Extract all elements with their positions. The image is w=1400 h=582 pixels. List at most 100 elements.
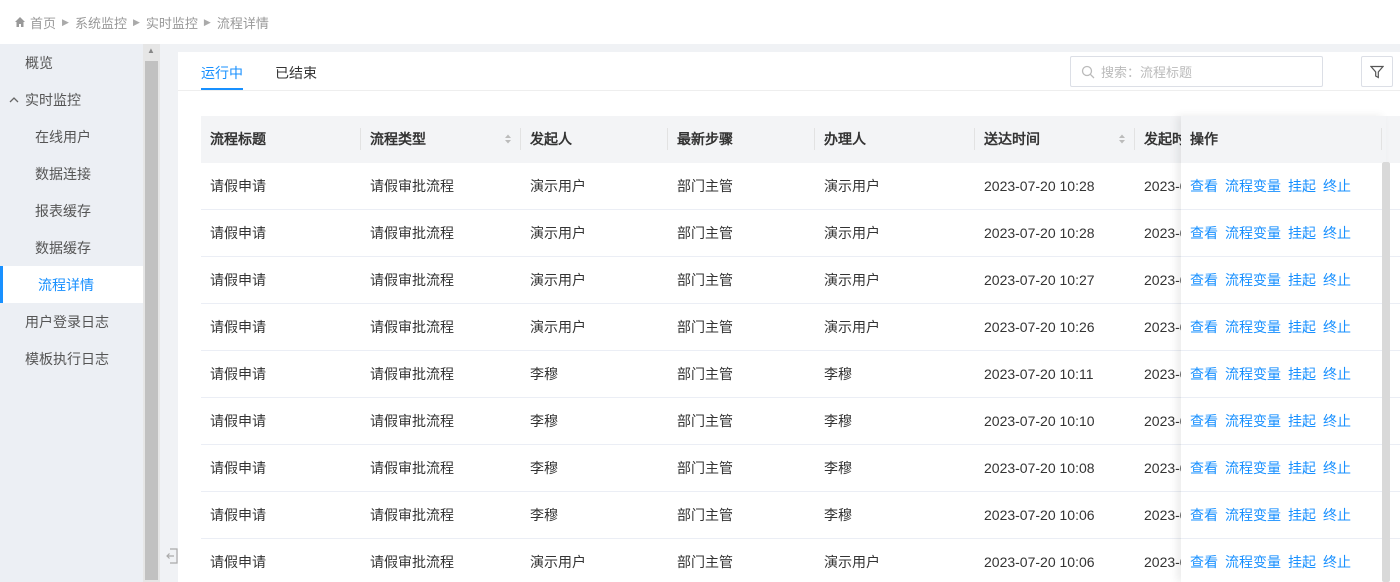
cell-title: 请假申请	[210, 460, 266, 476]
terminate-link[interactable]: 终止	[1323, 507, 1351, 523]
cell-delivery-time: 2023-07-20 10:26	[984, 319, 1095, 335]
suspend-link[interactable]: 挂起	[1288, 225, 1316, 241]
terminate-link[interactable]: 终止	[1323, 460, 1351, 476]
actions-row: 查看 流程变量 挂起 终止	[1181, 539, 1386, 582]
tab-finished[interactable]: 已结束	[275, 52, 317, 90]
actions-row: 查看 流程变量 挂起 终止	[1181, 398, 1386, 445]
cell-initiator: 李穆	[530, 507, 558, 523]
column-header-label: 流程标题	[210, 131, 266, 147]
suspend-link[interactable]: 挂起	[1288, 366, 1316, 382]
process-variables-link[interactable]: 流程变量	[1225, 272, 1281, 288]
process-variables-link[interactable]: 流程变量	[1225, 225, 1281, 241]
view-link[interactable]: 查看	[1190, 554, 1218, 570]
chevron-up-icon	[9, 94, 19, 106]
cell-delivery-time: 2023-07-20 10:06	[984, 507, 1095, 523]
column-header-latest-step: 最新步骤	[668, 116, 815, 163]
cell-type: 请假审批流程	[370, 225, 454, 241]
search-icon	[1081, 65, 1095, 78]
cell-type: 请假审批流程	[370, 319, 454, 335]
actions-list: 查看 流程变量 挂起 终止 查看 流程变量 挂起 终止 查看 流程变量 挂起 终止 查看 流程变量 挂起 终止…	[1181, 163, 1386, 582]
cell-title: 请假申请	[210, 507, 266, 523]
process-variables-link[interactable]: 流程变量	[1225, 507, 1281, 523]
cell-initiator: 李穆	[530, 413, 558, 429]
cell-handler: 李穆	[824, 413, 852, 429]
search-input[interactable]: 搜索：流程标题	[1070, 56, 1323, 87]
view-link[interactable]: 查看	[1190, 178, 1218, 194]
terminate-link[interactable]: 终止	[1323, 413, 1351, 429]
terminate-link[interactable]: 终止	[1323, 366, 1351, 382]
sidebar-item-data-cache[interactable]: 数据缓存	[0, 229, 143, 266]
view-link[interactable]: 查看	[1190, 225, 1218, 241]
sidebar-item-template-execution-log[interactable]: 模板执行日志	[0, 340, 143, 377]
suspend-link[interactable]: 挂起	[1288, 460, 1316, 476]
sort-icon[interactable]	[1118, 133, 1126, 145]
terminate-link[interactable]: 终止	[1323, 225, 1351, 241]
search-placeholder: 搜索：流程标题	[1101, 65, 1193, 80]
cell-delivery-time: 2023-07-20 10:10	[984, 413, 1095, 429]
cell-latest-step: 部门主管	[677, 554, 733, 570]
cell-delivery-time: 2023-07-20 10:06	[984, 554, 1095, 570]
table-scrollbar-thumb[interactable]	[1382, 162, 1390, 582]
sidebar-item-realtime-monitor[interactable]: 实时监控	[0, 81, 143, 118]
cell-initiator: 演示用户	[530, 272, 586, 288]
process-variables-link[interactable]: 流程变量	[1225, 460, 1281, 476]
process-variables-link[interactable]: 流程变量	[1225, 319, 1281, 335]
breadcrumb: 首页 ▶ 系统监控 ▶ 实时监控 ▶ 流程详情	[0, 0, 1400, 44]
process-variables-link[interactable]: 流程变量	[1225, 178, 1281, 194]
sidebar-item-user-login-log[interactable]: 用户登录日志	[0, 303, 143, 340]
view-link[interactable]: 查看	[1190, 413, 1218, 429]
breadcrumb-home[interactable]: 首页	[30, 13, 56, 32]
tab-running[interactable]: 运行中	[201, 52, 243, 90]
sidebar-item-process-details[interactable]: 流程详情	[0, 266, 143, 303]
view-link[interactable]: 查看	[1190, 319, 1218, 335]
actions-column: 操作 查看 流程变量 挂起 终止 查看 流程变量 挂起 终止 查看 流程变量 挂起 终止 查看 流程变量挂…	[1181, 116, 1386, 582]
view-link[interactable]: 查看	[1190, 366, 1218, 382]
terminate-link[interactable]: 终止	[1323, 554, 1351, 570]
sort-icon[interactable]	[504, 133, 512, 145]
process-variables-link[interactable]: 流程变量	[1225, 413, 1281, 429]
suspend-link[interactable]: 挂起	[1288, 554, 1316, 570]
cell-latest-step: 部门主管	[677, 507, 733, 523]
sidebar-item-data-connections[interactable]: 数据连接	[0, 155, 143, 192]
breadcrumb-current: 流程详情	[216, 15, 269, 31]
suspend-link[interactable]: 挂起	[1288, 507, 1316, 523]
suspend-link[interactable]: 挂起	[1288, 272, 1316, 288]
cell-initiator: 演示用户	[530, 225, 586, 241]
view-link[interactable]: 查看	[1190, 272, 1218, 288]
table-scrollbar[interactable]	[1382, 162, 1390, 582]
sidebar-item-label: 实时监控	[25, 91, 81, 108]
view-link[interactable]: 查看	[1190, 507, 1218, 523]
breadcrumb-realtime-monitor[interactable]: 实时监控	[146, 13, 198, 32]
scroll-up-arrow-icon[interactable]: ▲	[147, 46, 155, 55]
sidebar-item-report-cache[interactable]: 报表缓存	[0, 192, 143, 229]
sidebar-item-overview[interactable]: 概览	[0, 44, 143, 81]
filter-button[interactable]	[1361, 56, 1393, 87]
column-header-delivery-time[interactable]: 送达时间	[975, 116, 1135, 163]
terminate-link[interactable]: 终止	[1323, 319, 1351, 335]
column-header-type[interactable]: 流程类型	[361, 116, 521, 163]
sidebar-item-label: 用户登录日志	[25, 313, 109, 330]
collapse-sidebar-icon[interactable]	[166, 548, 178, 564]
suspend-link[interactable]: 挂起	[1288, 413, 1316, 429]
cell-initiator: 演示用户	[530, 319, 586, 335]
cell-delivery-time: 2023-07-20 10:11	[984, 366, 1094, 382]
terminate-link[interactable]: 终止	[1323, 178, 1351, 194]
column-header-label: 发起人	[530, 131, 572, 147]
cell-handler: 演示用户	[824, 272, 880, 288]
process-variables-link[interactable]: 流程变量	[1225, 366, 1281, 382]
cell-initiator: 演示用户	[530, 178, 586, 194]
suspend-link[interactable]: 挂起	[1288, 178, 1316, 194]
suspend-link[interactable]: 挂起	[1288, 319, 1316, 335]
sidebar-item-online-users[interactable]: 在线用户	[0, 118, 143, 155]
column-header-label: 最新步骤	[677, 131, 733, 147]
sidebar-scrollbar-thumb[interactable]	[145, 61, 158, 580]
cell-handler: 演示用户	[824, 225, 880, 241]
terminate-link[interactable]: 终止	[1323, 272, 1351, 288]
cell-type: 请假审批流程	[370, 554, 454, 570]
breadcrumb-system-monitor[interactable]: 系统监控	[75, 13, 127, 32]
view-link[interactable]: 查看	[1190, 460, 1218, 476]
cell-delivery-time: 2023-07-20 10:28	[984, 178, 1095, 194]
process-variables-link[interactable]: 流程变量	[1225, 554, 1281, 570]
sidebar-scrollbar[interactable]: ▲	[143, 44, 160, 582]
cell-delivery-time: 2023-07-20 10:08	[984, 460, 1095, 476]
